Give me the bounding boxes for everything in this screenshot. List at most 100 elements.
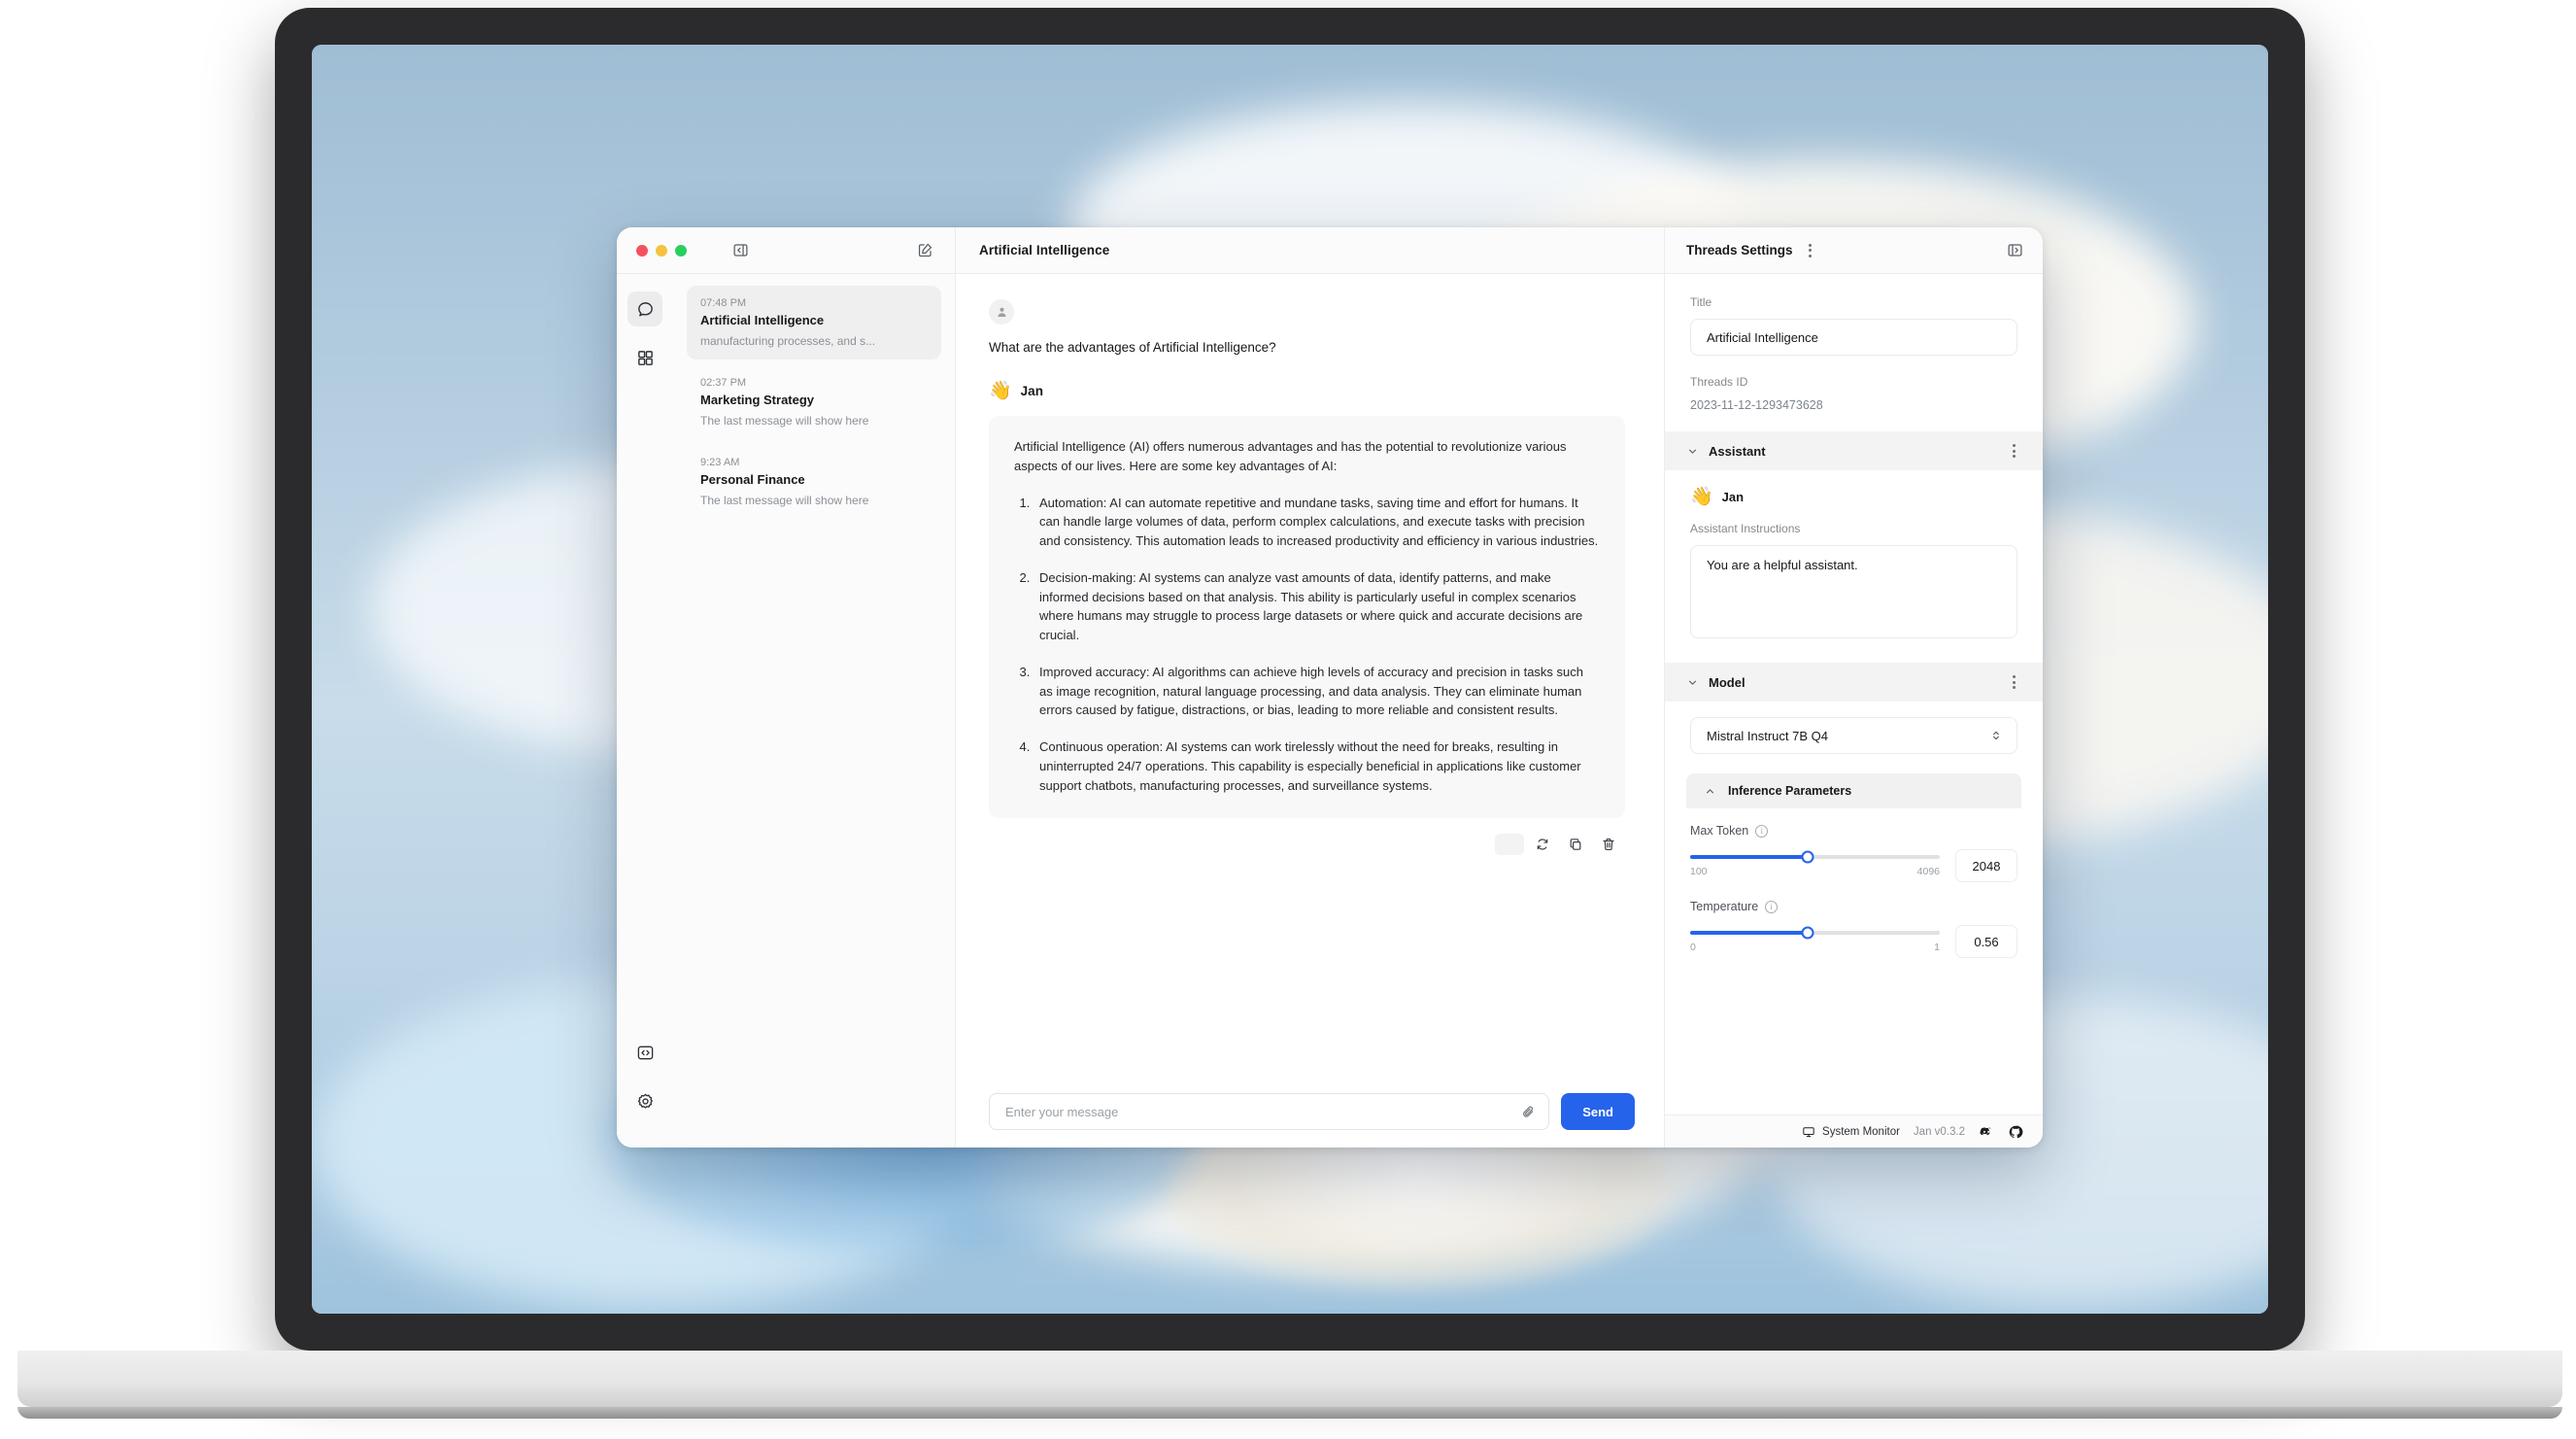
inference-parameters-header[interactable]: Inference Parameters	[1686, 773, 2021, 808]
wave-emoji-icon: 👋	[1690, 487, 1713, 507]
maximize-button[interactable]	[675, 244, 687, 257]
threads-id-value: 2023-11-12-1293473628	[1690, 398, 1823, 412]
panel-expand-icon[interactable]	[2004, 240, 2025, 261]
assistant-more-icon[interactable]	[2006, 443, 2021, 459]
thread-list: 07:48 PM Artificial Intelligence manufac…	[673, 274, 955, 1148]
message-input-wrap[interactable]	[989, 1093, 1550, 1130]
thread-snippet: The last message will show here	[700, 414, 869, 428]
sidebar-item-settings[interactable]	[627, 1083, 662, 1118]
thread-item[interactable]: 9:23 AM Personal Finance The last messag…	[687, 445, 941, 519]
page-title: Artificial Intelligence	[979, 243, 1110, 257]
assistant-section-title: Assistant	[1709, 443, 1766, 459]
titlebar-center: Artificial Intelligence	[955, 227, 1664, 274]
window-titlebar: Artificial Intelligence Threads Settings	[617, 227, 2043, 274]
chat-scroll-area[interactable]: What are the advantages of Artificial In…	[956, 274, 1664, 1079]
message-actions	[989, 818, 1625, 859]
assistant-points-list: Automation: AI can automate repetitive a…	[1034, 494, 1600, 796]
minimize-button[interactable]	[656, 244, 667, 257]
assistant-section-header[interactable]: Assistant	[1665, 431, 2043, 470]
thread-title: Marketing Strategy	[700, 393, 815, 407]
sidebar-item-hub[interactable]	[627, 340, 662, 375]
github-icon[interactable]	[2008, 1124, 2023, 1140]
title-field-group: Title Threads ID 2023-11-12-1293473628	[1665, 274, 2043, 431]
traffic-lights	[636, 244, 687, 257]
model-select-value: Mistral Instruct 7B Q4	[1707, 728, 1828, 743]
model-select-wrap: Mistral Instruct 7B Q4	[1665, 702, 2043, 754]
monitor-icon	[1802, 1125, 1815, 1139]
max-token-min: 100	[1690, 866, 1708, 877]
compose-icon[interactable]	[914, 240, 935, 261]
user-message: What are the advantages of Artificial In…	[989, 340, 1276, 355]
temperature-max: 1	[1934, 942, 1940, 953]
thread-item[interactable]: 07:48 PM Artificial Intelligence manufac…	[687, 286, 941, 360]
user-avatar	[989, 299, 1014, 325]
paperclip-icon[interactable]	[1520, 1104, 1537, 1120]
thread-title: Personal Finance	[700, 472, 805, 487]
temperature-slider[interactable]	[1690, 926, 1940, 940]
max-token-value[interactable]: 2048	[1955, 849, 2017, 882]
list-item: Automation: AI can automate repetitive a…	[1034, 494, 1600, 551]
parameters-list: Max Token i 100 4096 2048 Temperature i …	[1665, 808, 2043, 958]
sidebar-item-developer[interactable]	[627, 1035, 662, 1070]
settings-scroll-area[interactable]: Title Threads ID 2023-11-12-1293473628	[1665, 274, 2043, 1114]
regenerate-icon[interactable]	[1528, 830, 1557, 859]
chevron-up-icon	[1704, 785, 1716, 798]
laptop-base	[17, 1351, 2562, 1407]
trash-icon[interactable]	[1594, 830, 1623, 859]
screenshot-root: Artificial Intelligence Threads Settings	[0, 0, 2576, 1439]
inference-parameters-title: Inference Parameters	[1728, 784, 1852, 798]
settings-panel: Title Threads ID 2023-11-12-1293473628	[1664, 274, 2043, 1148]
action-placeholder	[1495, 834, 1524, 856]
max-token-slider-knob[interactable]	[1801, 850, 1814, 864]
left-rail	[617, 274, 673, 1148]
laptop-screen: Artificial Intelligence Threads Settings	[312, 45, 2268, 1314]
titlebar-right: Threads Settings	[1664, 227, 2043, 274]
wave-emoji-icon: 👋	[989, 381, 1012, 401]
model-select[interactable]: Mistral Instruct 7B Q4	[1690, 717, 2017, 754]
chevron-down-icon	[1686, 676, 1699, 689]
thread-time: 9:23 AM	[700, 457, 740, 468]
model-more-icon[interactable]	[2006, 674, 2021, 690]
panel-collapse-icon[interactable]	[729, 240, 751, 261]
info-icon[interactable]: i	[1755, 824, 1769, 838]
system-monitor-label: System Monitor	[1822, 1125, 1900, 1138]
discord-icon[interactable]	[1979, 1124, 1994, 1140]
thread-item[interactable]: 02:37 PM Marketing Strategy The last mes…	[687, 365, 941, 439]
model-section-header[interactable]: Model	[1665, 663, 2043, 702]
assistant-name: Jan	[1020, 384, 1043, 398]
system-monitor-button[interactable]: System Monitor	[1802, 1125, 1900, 1139]
version-label: Jan v0.3.2	[1913, 1125, 1965, 1138]
info-icon[interactable]: i	[1765, 900, 1779, 913]
instructions-label: Assistant Instructions	[1690, 522, 1801, 535]
sidebar-item-chat[interactable]	[627, 291, 662, 326]
thread-time: 02:37 PM	[700, 377, 747, 389]
temperature-label: Temperature	[1690, 900, 1759, 913]
send-button[interactable]: Send	[1561, 1093, 1635, 1130]
laptop-mockup: Artificial Intelligence Threads Settings	[17, 8, 2562, 1419]
parameter-temperature: Temperature i 0 1 0.56	[1690, 900, 2017, 958]
max-token-slider[interactable]	[1690, 850, 1940, 864]
chat-column: What are the advantages of Artificial In…	[955, 274, 1664, 1148]
thread-title-input[interactable]	[1690, 319, 2017, 356]
settings-more-icon[interactable]	[1803, 243, 1818, 258]
copy-icon[interactable]	[1561, 830, 1590, 859]
assistant-instructions-input[interactable]	[1690, 545, 2017, 638]
close-button[interactable]	[636, 244, 648, 257]
thread-time: 07:48 PM	[700, 297, 747, 309]
title-label: Title	[1690, 295, 1712, 309]
jan-app-window: Artificial Intelligence Threads Settings	[617, 227, 2043, 1148]
list-item: Improved accuracy: AI algorithms can ach…	[1034, 663, 1600, 720]
status-bar: System Monitor Jan v0.3.2	[1665, 1114, 2043, 1148]
max-token-label: Max Token	[1690, 824, 1749, 838]
message-input[interactable]	[1005, 1104, 1521, 1119]
titlebar-left	[617, 227, 955, 274]
list-item: Continuous operation: AI systems can wor…	[1034, 737, 1600, 795]
temperature-value[interactable]: 0.56	[1955, 925, 2017, 958]
instructions-group: Assistant Instructions	[1665, 506, 2043, 663]
temperature-label-row: Temperature i	[1690, 900, 2017, 913]
assistant-header: 👋 Jan	[989, 382, 1625, 400]
assistant-message: Artificial Intelligence (AI) offers nume…	[989, 416, 1625, 819]
model-section-title: Model	[1709, 674, 1746, 690]
assistant-name-label: Jan	[1721, 490, 1745, 504]
temperature-slider-knob[interactable]	[1801, 926, 1814, 940]
